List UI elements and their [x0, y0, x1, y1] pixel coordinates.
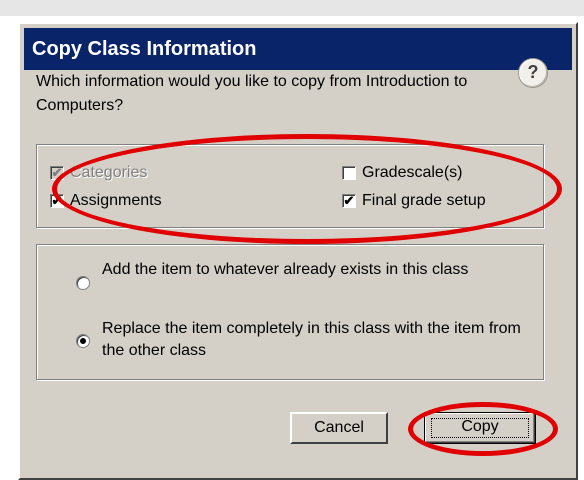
checkmark-icon: ✔ — [342, 193, 356, 208]
radio-replace-label: Replace the item completely in this clas… — [102, 320, 521, 359]
help-icon[interactable]: ? — [518, 58, 548, 88]
radio-replace-item[interactable] — [76, 334, 90, 348]
copy-button[interactable]: Copy — [424, 412, 536, 444]
checkbox-gradescales[interactable]: Gradescale(s) — [342, 164, 462, 182]
cancel-button[interactable]: Cancel — [290, 412, 388, 444]
checkbox-label: Gradescale(s) — [362, 164, 463, 181]
checkbox-categories[interactable]: ✔ Categories — [50, 164, 147, 182]
checkbox-final-grade-setup[interactable]: ✔ Final grade setup — [342, 192, 486, 210]
checkbox-label: Assignments — [70, 192, 162, 209]
checkbox-assignments[interactable]: ✔ Assignments — [50, 192, 162, 210]
copy-items-group — [36, 144, 544, 228]
radio-add-label: Add the item to whatever already exists … — [102, 261, 469, 278]
checkmark-icon: ✔ — [50, 193, 64, 208]
question-text: Which information would you like to copy… — [36, 73, 468, 114]
checkbox-label: Categories — [70, 164, 148, 181]
checkbox-box — [342, 166, 356, 180]
checkmark-icon: ✔ — [50, 165, 64, 180]
backdrop-strip — [0, 0, 584, 16]
checkbox-label: Final grade setup — [362, 192, 486, 209]
radio-add-item[interactable] — [76, 276, 90, 290]
focus-rectangle — [431, 418, 529, 438]
radio-selected-dot — [80, 338, 86, 344]
dialog-title: Copy Class Information — [24, 28, 572, 70]
